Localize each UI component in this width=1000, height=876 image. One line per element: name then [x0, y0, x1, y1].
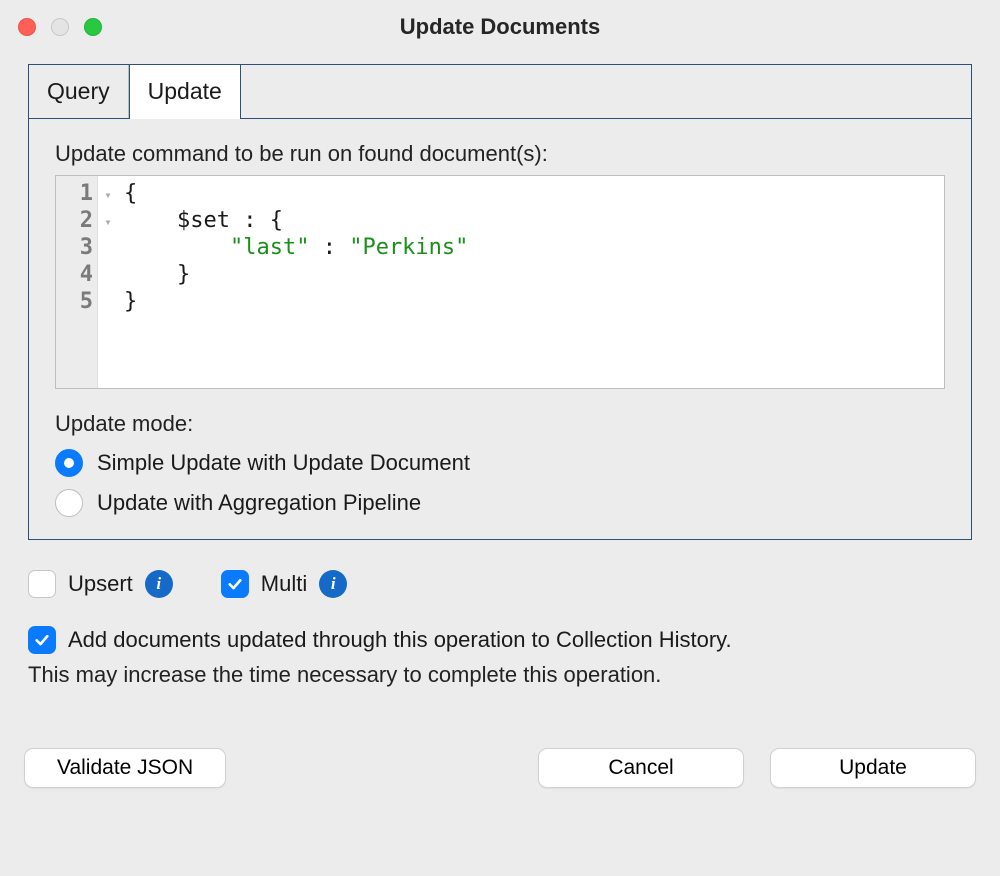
tab-query[interactable]: Query — [29, 65, 129, 118]
window-close-icon[interactable] — [18, 18, 36, 36]
cancel-button[interactable]: Cancel — [538, 748, 744, 788]
radio-label: Update with Aggregation Pipeline — [97, 490, 421, 516]
validate-json-button[interactable]: Validate JSON — [24, 748, 226, 788]
tab-content-update: Update command to be run on found docume… — [29, 119, 971, 539]
tab-update[interactable]: Update — [129, 65, 241, 118]
history-label: Add documents updated through this opera… — [68, 627, 732, 653]
radio-aggregation-pipeline[interactable]: Update with Aggregation Pipeline — [55, 489, 945, 517]
fold-marker-icon[interactable]: ▾ — [98, 209, 118, 236]
traffic-lights — [18, 18, 102, 36]
multi-label: Multi — [261, 571, 307, 597]
update-button[interactable]: Update — [770, 748, 976, 788]
check-icon — [33, 631, 51, 649]
titlebar: Update Documents — [0, 0, 1000, 54]
multi-checkbox[interactable] — [221, 570, 249, 598]
update-mode-group: Update mode: Simple Update with Update D… — [55, 411, 945, 517]
line-number: 5 — [70, 288, 93, 315]
window-title: Update Documents — [0, 14, 1000, 40]
line-number-gutter: 1 2 3 4 5 — [56, 176, 98, 388]
tabs: Query Update — [29, 65, 971, 119]
window-zoom-icon[interactable] — [84, 18, 102, 36]
upsert-label: Upsert — [68, 571, 133, 597]
button-bar: Validate JSON Cancel Update — [0, 748, 1000, 814]
dialog-body: Query Update Update command to be run on… — [0, 54, 1000, 688]
code-editor[interactable]: 1 2 3 4 5 ▾ ▾ { $set : { "last" : "Perki… — [55, 175, 945, 389]
info-icon[interactable]: i — [145, 570, 173, 598]
line-number: 4 — [70, 261, 93, 288]
window-minimize-icon — [51, 18, 69, 36]
line-number: 3 — [70, 234, 93, 261]
options-row: Upsert i Multi i — [28, 570, 972, 598]
radio-icon[interactable] — [55, 449, 83, 477]
radio-label: Simple Update with Update Document — [97, 450, 470, 476]
upsert-checkbox[interactable] — [28, 570, 56, 598]
radio-icon[interactable] — [55, 489, 83, 517]
line-number: 2 — [70, 207, 93, 234]
history-row: Add documents updated through this opera… — [28, 626, 972, 654]
check-icon — [226, 575, 244, 593]
update-mode-label: Update mode: — [55, 411, 945, 437]
info-icon[interactable]: i — [319, 570, 347, 598]
fold-marker-icon[interactable]: ▾ — [98, 182, 118, 209]
editor-label: Update command to be run on found docume… — [55, 141, 945, 167]
history-checkbox[interactable] — [28, 626, 56, 654]
radio-simple-update[interactable]: Simple Update with Update Document — [55, 449, 945, 477]
fold-gutter: ▾ ▾ — [98, 176, 118, 388]
line-number: 1 — [70, 180, 93, 207]
tab-label: Update — [148, 78, 222, 105]
code-area[interactable]: { $set : { "last" : "Perkins" } } — [118, 176, 468, 388]
history-note: This may increase the time necessary to … — [28, 662, 972, 688]
tab-label: Query — [47, 78, 110, 105]
tab-container: Query Update Update command to be run on… — [28, 64, 972, 540]
